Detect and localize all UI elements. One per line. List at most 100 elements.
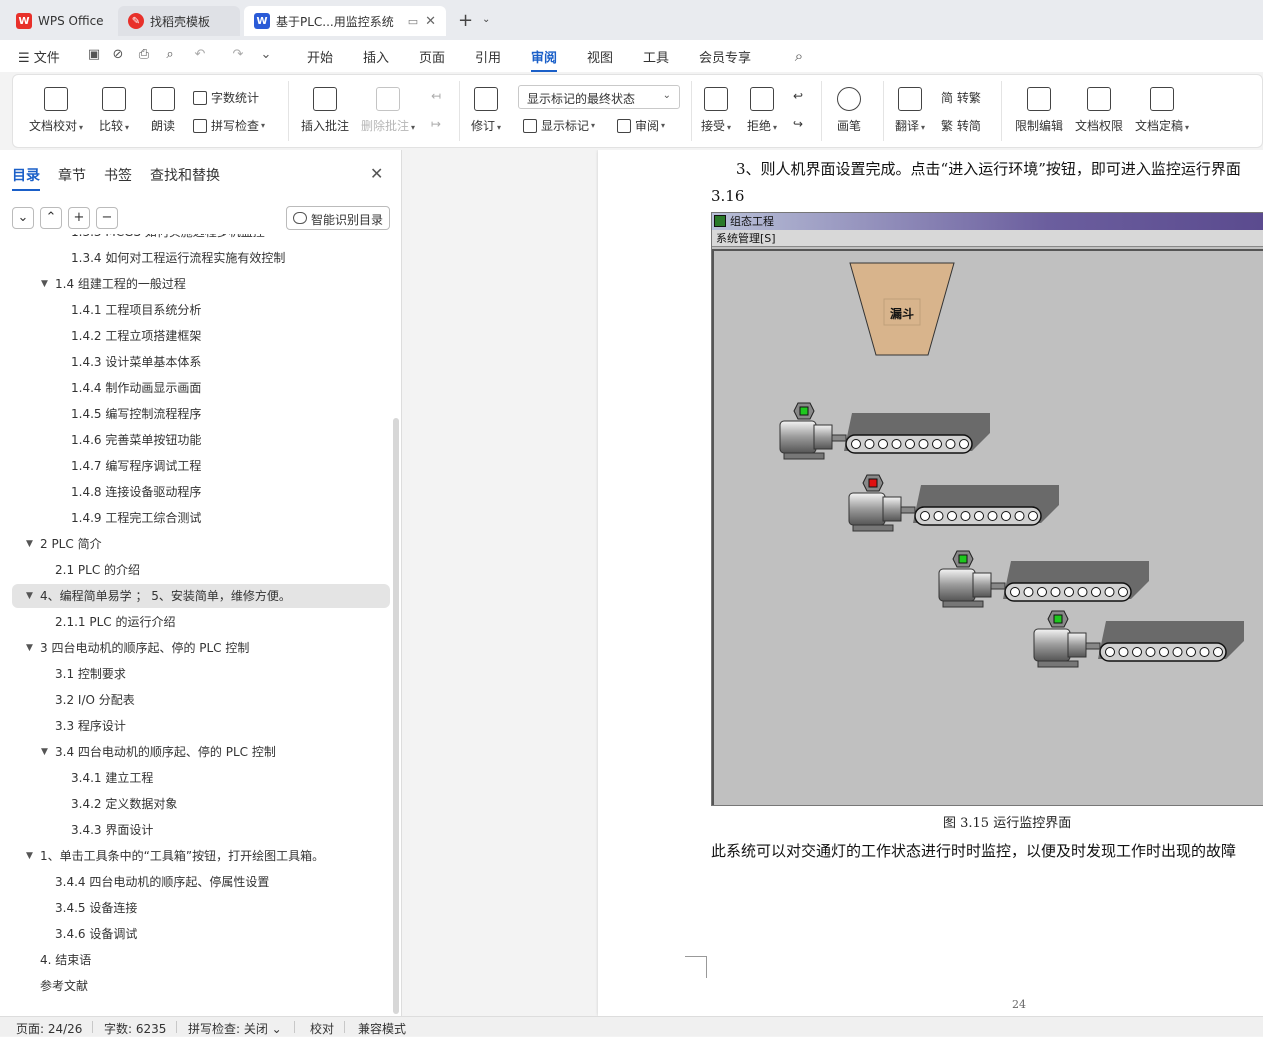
word-count-button[interactable]: 字数统计 xyxy=(193,89,259,106)
next-comment-icon[interactable]: ↦ xyxy=(431,117,441,131)
menu-item-member[interactable]: 会员专享 xyxy=(699,47,751,66)
chevron-down-icon[interactable]: ⌄ xyxy=(482,14,490,25)
collapse-down-button[interactable]: ⌄ xyxy=(12,207,34,229)
status-page[interactable]: 页面: 24/26 xyxy=(16,1020,82,1037)
expand-toggle-icon[interactable]: ▼ xyxy=(26,844,33,868)
status-word-count[interactable]: 字数: 6235 xyxy=(104,1020,166,1037)
reject-button[interactable]: 拒绝 ▾ xyxy=(747,87,777,134)
undo-icon[interactable]: ↶ xyxy=(192,47,208,63)
nav-tab-bookmarks[interactable]: 书签 xyxy=(104,165,132,185)
doc-check-button[interactable]: 文档校对 ▾ xyxy=(29,87,83,134)
toc-item[interactable]: 3.1 控制要求 xyxy=(12,662,390,686)
print-preview-icon[interactable]: ⌕ xyxy=(162,47,178,63)
next-change-icon[interactable]: ↪ xyxy=(793,117,803,131)
menu-item-insert[interactable]: 插入 xyxy=(363,47,389,66)
expand-toggle-icon[interactable]: ▼ xyxy=(26,532,33,556)
menu-item-home[interactable]: 开始 xyxy=(307,47,333,66)
review-pane-button[interactable]: 审阅 ▾ xyxy=(617,117,665,134)
toc-item[interactable]: 2.1 PLC 的介绍 xyxy=(12,558,390,582)
toc-item[interactable]: ▼ 2 PLC 简介 xyxy=(12,532,390,556)
toc-item[interactable]: 3.4.4 四台电动机的顺序起、停属性设置 xyxy=(12,870,390,894)
to-traditional-button[interactable]: 简 转繁 xyxy=(941,89,981,106)
tab-document[interactable]: W 基于PLC...用监控系统 ▭ ✕ xyxy=(244,6,446,36)
insert-comment-button[interactable]: 插入批注 xyxy=(301,87,349,134)
nav-tab-chapters[interactable]: 章节 xyxy=(58,165,86,185)
read-aloud-button[interactable]: 朗读 xyxy=(151,87,175,134)
status-proof[interactable]: 校对 xyxy=(310,1020,334,1037)
close-icon[interactable]: ✕ xyxy=(370,164,383,183)
new-tab-icon[interactable]: + xyxy=(458,10,473,31)
collapse-up-button[interactable]: ⌃ xyxy=(40,207,62,229)
toc-item[interactable]: 1.4.3 设计菜单基本体系 xyxy=(12,350,390,374)
pen-button[interactable]: 画笔 xyxy=(837,87,861,134)
compare-button[interactable]: 比较 ▾ xyxy=(99,87,129,134)
redo-icon[interactable]: ↷ xyxy=(230,47,246,63)
toc-item[interactable]: ▼ 4、编程简单易学 ； 5、安装简单，维修方便。 xyxy=(12,584,390,608)
save-icon[interactable]: ▣ xyxy=(86,47,102,63)
status-spell-check[interactable]: 拼写检查: 关闭 ⌄ xyxy=(188,1020,282,1037)
spell-check-button[interactable]: 拼写检查 ▾ xyxy=(193,117,265,134)
toc-item[interactable]: ▼ 1、单击工具条中的“工具箱”按钮，打开绘图工具箱。 xyxy=(12,844,390,868)
toc-item[interactable]: 3.4.3 界面设计 xyxy=(12,818,390,842)
tab-wps-office[interactable]: W WPS Office xyxy=(6,6,114,36)
toc-item[interactable]: ▼ 1.4 组建工程的一般过程 xyxy=(12,272,390,296)
chevron-down-icon[interactable]: ⌄ xyxy=(258,47,274,63)
close-tab-icon[interactable]: ✕ xyxy=(425,14,436,29)
markup-state-select[interactable]: 显示标记的最终状态 ⌄ xyxy=(518,85,680,109)
toc-item[interactable]: 3.4.2 定义数据对象 xyxy=(12,792,390,816)
toc-item[interactable]: 1.4.1 工程项目系统分析 xyxy=(12,298,390,322)
delete-comment-button[interactable]: 删除批注 ▾ xyxy=(361,87,415,134)
toc-item[interactable]: 3.4.6 设备调试 xyxy=(12,922,390,946)
toc-item[interactable]: 3.2 I/O 分配表 xyxy=(12,688,390,712)
toc-item[interactable]: 3.3 程序设计 xyxy=(12,714,390,738)
show-markup-button[interactable]: 显示标记 ▾ xyxy=(523,117,595,134)
print-icon[interactable]: ⎙ xyxy=(136,47,152,63)
toc-item[interactable]: 1.4.5 编写控制流程程序 xyxy=(12,402,390,426)
toc-item[interactable]: 1.4.4 制作动画显示画面 xyxy=(12,376,390,400)
prev-comment-icon[interactable]: ↤ xyxy=(431,89,441,103)
prev-change-icon[interactable]: ↩ xyxy=(793,89,803,103)
toc-item[interactable]: ▼ 3 四台电动机的顺序起、停的 PLC 控制 xyxy=(12,636,390,660)
toc-item[interactable]: 1.3.4 如何对工程运行流程实施有效控制 xyxy=(12,246,390,270)
expand-toggle-icon[interactable]: ▼ xyxy=(41,740,48,764)
toc-item[interactable]: 1.4.6 完善菜单按钮功能 xyxy=(12,428,390,452)
menu-item-review[interactable]: 审阅 xyxy=(531,47,558,72)
menu-item-view[interactable]: 视图 xyxy=(587,47,613,66)
expand-toggle-icon[interactable]: ▼ xyxy=(41,272,48,296)
remove-heading-button[interactable]: − xyxy=(96,207,118,229)
toc-item[interactable]: 1.4.7 编写程序调试工程 xyxy=(12,454,390,478)
paragraph-2[interactable]: 此系统可以对交通灯的工作状态进行时时监控，以便及时发现工作时出现的故障 xyxy=(711,840,1236,861)
tab-template[interactable]: ✎ 找稻壳模板 xyxy=(118,6,240,36)
toc-item[interactable]: 1.4.9 工程完工综合测试 xyxy=(12,506,390,530)
toc-item[interactable]: 3.4.5 设备连接 xyxy=(12,896,390,920)
link-icon[interactable]: ⊘ xyxy=(110,47,126,63)
add-heading-button[interactable]: + xyxy=(68,207,90,229)
toc-item[interactable]: 参考文献 xyxy=(12,974,390,998)
menu-file[interactable]: ☰ 文件 xyxy=(18,47,60,66)
toc-item[interactable]: 3.4.1 建立工程 xyxy=(12,766,390,790)
toc-item[interactable]: 1.3.3 MCGS 如何实施远程多机监控 xyxy=(12,234,390,244)
nav-tab-toc[interactable]: 目录 xyxy=(12,165,40,191)
toc-item[interactable]: 1.4.2 工程立项搭建框架 xyxy=(12,324,390,348)
doc-permission-button[interactable]: 文档权限 xyxy=(1075,87,1123,134)
revise-button[interactable]: 修订 ▾ xyxy=(471,87,501,134)
smart-toc-button[interactable]: 智能识别目录 xyxy=(286,206,390,230)
toc-item[interactable]: 2.1.1 PLC 的运行介绍 xyxy=(12,610,390,634)
menu-item-reference[interactable]: 引用 xyxy=(475,47,501,66)
doc-final-button[interactable]: 文档定稿 ▾ xyxy=(1135,87,1189,134)
nav-tab-find-replace[interactable]: 查找和替换 xyxy=(150,165,220,185)
nav-scrollbar[interactable] xyxy=(393,418,399,1014)
search-icon[interactable]: ⌕ xyxy=(791,47,807,65)
to-simplified-button[interactable]: 繁 转简 xyxy=(941,117,981,134)
paragraph-1[interactable]: 3、则人机界面设置完成。点击“进入运行环境”按钮，即可进入监控运行界面 xyxy=(736,158,1241,179)
menu-item-tools[interactable]: 工具 xyxy=(643,47,669,66)
expand-toggle-icon[interactable]: ▼ xyxy=(26,584,33,608)
window-icon[interactable]: ▭ xyxy=(408,15,418,28)
restrict-edit-button[interactable]: 限制编辑 xyxy=(1015,87,1063,134)
toc-item[interactable]: ▼ 3.4 四台电动机的顺序起、停的 PLC 控制 xyxy=(12,740,390,764)
accept-button[interactable]: 接受 ▾ xyxy=(701,87,731,134)
expand-toggle-icon[interactable]: ▼ xyxy=(26,636,33,660)
toc-item[interactable]: 1.4.8 连接设备驱动程序 xyxy=(12,480,390,504)
menu-item-page[interactable]: 页面 xyxy=(419,47,445,66)
translate-button[interactable]: 翻译 ▾ xyxy=(895,87,925,134)
